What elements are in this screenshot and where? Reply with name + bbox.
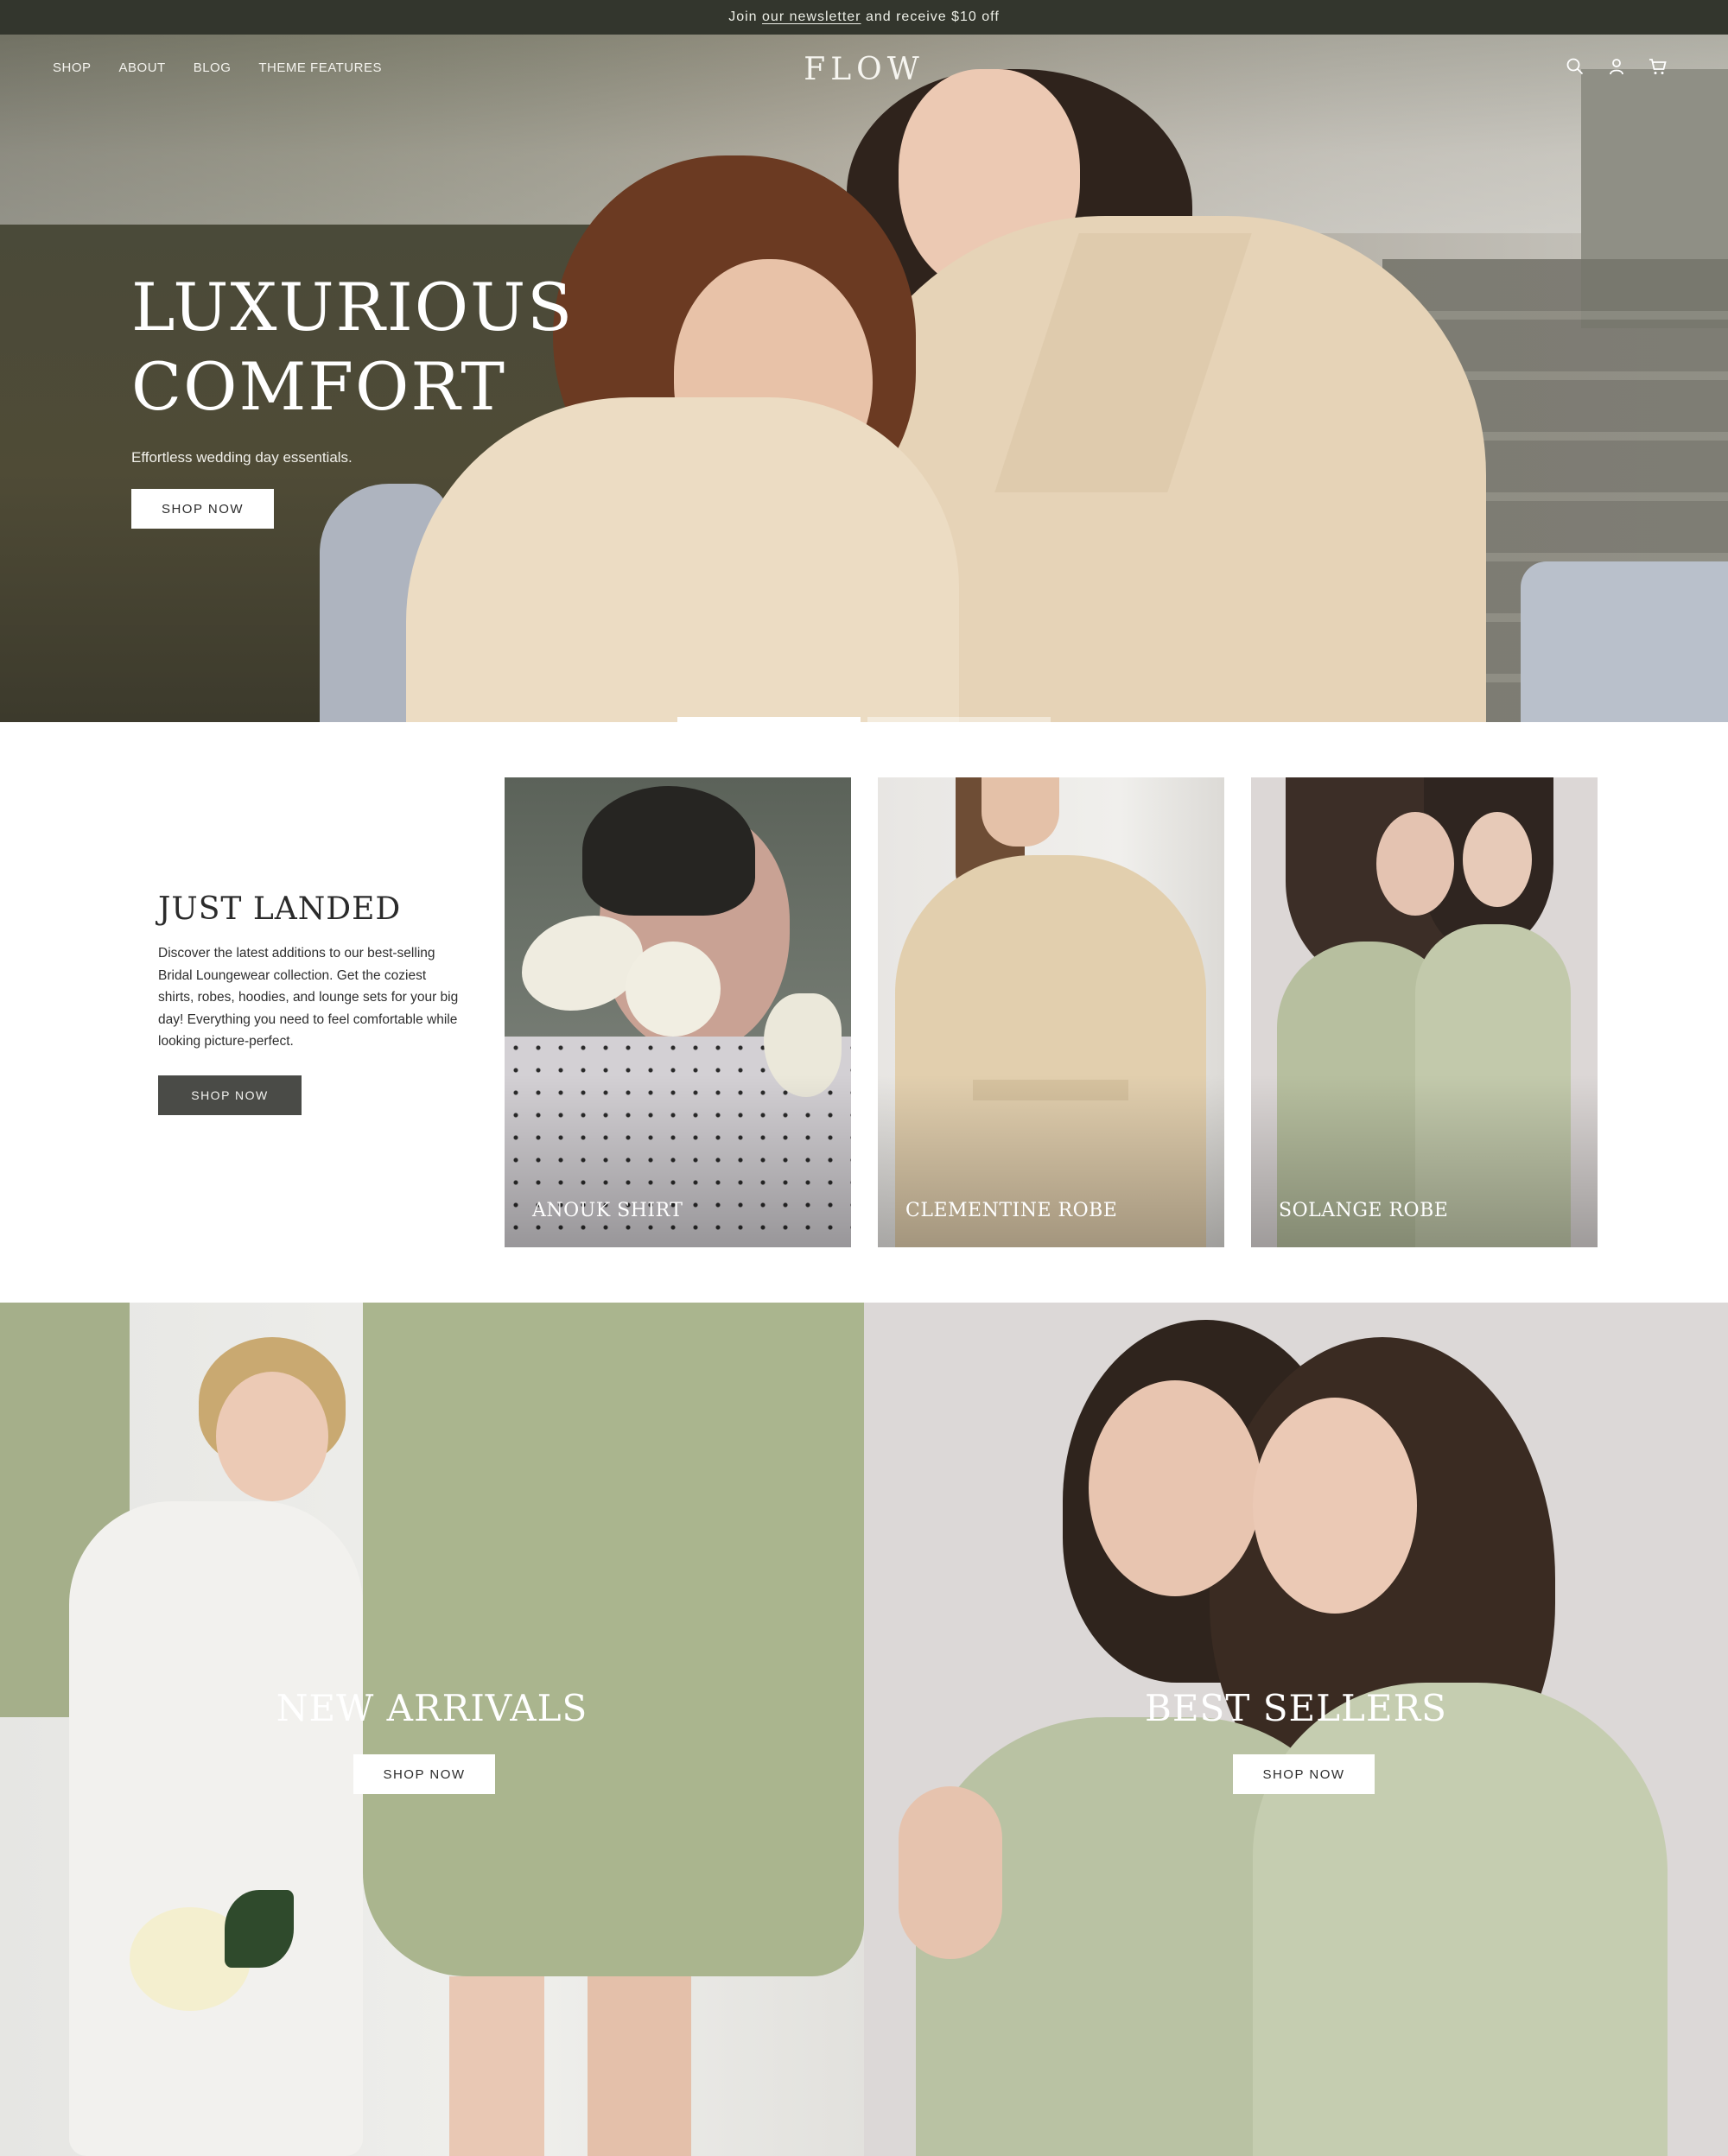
hero-text: LUXURIOUS COMFORT Effortless wedding day… bbox=[131, 268, 574, 529]
best-sellers-heading: BEST SELLERS bbox=[1145, 1687, 1447, 1729]
just-landed-title: JUST LANDED bbox=[158, 891, 402, 927]
new-arrivals-heading: NEW ARRIVALS bbox=[276, 1687, 588, 1729]
hero-shop-now-button[interactable]: SHOP NOW bbox=[131, 489, 274, 529]
just-landed-text: JUST LANDED Discover the latest addition… bbox=[158, 891, 461, 1115]
product-name: ANOUK SHIRT bbox=[532, 1200, 683, 1221]
hero-title: LUXURIOUS COMFORT bbox=[131, 269, 575, 425]
just-landed-shop-now-button[interactable]: SHOP NOW bbox=[158, 1075, 302, 1115]
product-name: SOLANGE ROBE bbox=[1279, 1200, 1449, 1221]
product-card-solange-robe[interactable]: SOLANGE ROBE bbox=[1251, 777, 1598, 1247]
announcement-suffix: and receive $10 off bbox=[861, 10, 1000, 24]
best-sellers-shop-now-button[interactable]: SHOP NOW bbox=[1233, 1754, 1375, 1794]
hero-subtitle: Effortless wedding day essentials. bbox=[131, 449, 353, 466]
account-icon[interactable] bbox=[1607, 57, 1626, 76]
search-icon[interactable] bbox=[1566, 57, 1585, 76]
announcement-prefix: Join bbox=[728, 10, 763, 24]
header-icons bbox=[1566, 57, 1668, 76]
cart-icon[interactable] bbox=[1649, 57, 1668, 76]
announcement-bar: Join our newsletter and receive $10 off bbox=[0, 0, 1728, 35]
product-name: CLEMENTINE ROBE bbox=[905, 1200, 1118, 1221]
product-card-anouk-shirt[interactable]: ANOUK SHIRT bbox=[505, 777, 851, 1247]
site-header: SHOP ABOUT BLOG THEME FEATURES FLOW bbox=[0, 35, 1728, 104]
new-arrivals-shop-now-button[interactable]: SHOP NOW bbox=[353, 1754, 495, 1794]
just-landed-section: JUST LANDED Discover the latest addition… bbox=[0, 722, 1728, 1303]
product-card-clementine-robe[interactable]: CLEMENTINE ROBE bbox=[878, 777, 1224, 1247]
promo-best-sellers[interactable]: BEST SELLERS SHOP NOW bbox=[864, 1303, 1728, 2156]
promo-new-arrivals[interactable]: NEW ARRIVALS SHOP NOW bbox=[0, 1303, 864, 2156]
just-landed-description: Discover the latest additions to our bes… bbox=[158, 946, 459, 1049]
newsletter-link[interactable]: our newsletter bbox=[762, 10, 861, 25]
hero-banner: LUXURIOUS COMFORT Effortless wedding day… bbox=[0, 35, 1728, 722]
site-logo[interactable]: FLOW bbox=[0, 52, 1728, 87]
